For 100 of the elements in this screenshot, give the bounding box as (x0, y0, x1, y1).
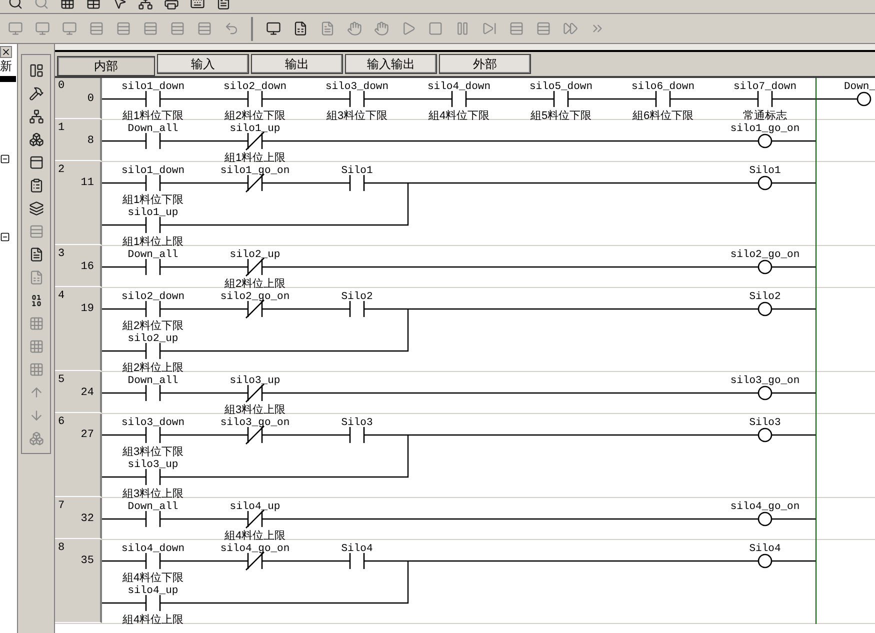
coil-symbol (758, 386, 772, 400)
normally-open-contact (247, 91, 263, 107)
tab[interactable]: 输出 (251, 54, 343, 74)
normally-open-contact (145, 595, 161, 611)
coil-label: Silo1 (749, 165, 781, 177)
normally-open-contact (145, 469, 161, 485)
normally-open-contact (349, 427, 365, 443)
contact-label: silo4_down (428, 81, 490, 93)
step-number: 16 (80, 260, 94, 275)
tab[interactable]: 内部 (57, 56, 155, 76)
coil-symbol (856, 92, 872, 106)
coil-symbol (758, 176, 772, 190)
normally-open-contact (145, 217, 161, 233)
contact-label: silo1_down (122, 165, 184, 177)
contact-comment: 組1料位下限 (122, 194, 184, 206)
contact-label: Silo1 (341, 165, 373, 177)
normally-closed-contact (246, 510, 264, 528)
contact-comment: 組2料位下限 (122, 320, 184, 332)
normally-open-contact (349, 175, 365, 191)
normally-open-contact (757, 91, 773, 107)
step-number: 24 (80, 386, 94, 401)
rung-number: 7 (58, 499, 65, 514)
rung-number: 5 (58, 373, 65, 388)
coil-label: Silo3 (749, 417, 781, 429)
rung-number: 2 (58, 163, 65, 178)
step-number: 19 (80, 302, 94, 317)
rung-number: 8 (58, 541, 65, 556)
step-number: 27 (80, 428, 94, 443)
tree-label: 新 (0, 58, 12, 74)
rung-number: 3 (58, 247, 65, 262)
contact-label: silo5_down (530, 81, 592, 93)
normally-open-contact (145, 343, 161, 359)
contact-label: Down_all (128, 501, 178, 513)
contact-label: Silo3 (341, 417, 373, 429)
normally-open-contact (451, 91, 467, 107)
contact-label: silo3_down (326, 81, 388, 93)
contact-label: Silo4 (341, 543, 373, 555)
normally-open-contact (145, 175, 161, 191)
contact-label: silo1_down (122, 81, 184, 93)
rung-number: 0 (58, 79, 65, 94)
contact-label: Down_all (128, 375, 178, 387)
contact-label: silo4_up (128, 585, 178, 597)
contact-label: silo7_down (734, 81, 796, 93)
coil-label: Silo2 (749, 291, 781, 303)
normally-open-contact (145, 91, 161, 107)
normally-open-contact (145, 133, 161, 149)
step-number: 35 (80, 554, 94, 569)
contact-label: silo6_down (632, 81, 694, 93)
close-icon[interactable] (0, 46, 12, 58)
collapse-icon[interactable] (0, 232, 10, 242)
normally-closed-contact (246, 258, 264, 276)
normally-open-contact (145, 427, 161, 443)
contact-label: silo4_down (122, 543, 184, 555)
contact-label: silo3_down (122, 417, 184, 429)
contact-label: silo3_go_on (220, 417, 290, 429)
rung-number: 4 (58, 289, 65, 304)
rung-number: 6 (58, 415, 65, 430)
step-number: 11 (80, 176, 94, 191)
coil-label: Silo4 (749, 543, 781, 555)
coil-symbol (758, 260, 772, 274)
tab[interactable]: 输入输出 (345, 54, 437, 74)
contact-label: Silo2 (341, 291, 373, 303)
step-number: 0 (87, 92, 94, 107)
normally-open-contact (553, 91, 569, 107)
normally-closed-contact (246, 384, 264, 402)
collapse-icon[interactable] (0, 154, 10, 164)
contact-label: silo4_go_on (220, 543, 290, 555)
normally-closed-contact (246, 552, 264, 570)
tab[interactable]: 输入 (157, 54, 249, 74)
coil-symbol (758, 134, 772, 148)
contact-label: silo1_up (230, 123, 280, 135)
step-number: 32 (80, 512, 94, 527)
normally-open-contact (349, 301, 365, 317)
normally-closed-contact (246, 426, 264, 444)
normally-closed-contact (246, 300, 264, 318)
coil-symbol (758, 512, 772, 526)
normally-open-contact (349, 91, 365, 107)
normally-closed-contact (246, 132, 264, 150)
contact-label: silo4_up (230, 501, 280, 513)
normally-open-contact (145, 385, 161, 401)
tab[interactable]: 外部 (439, 54, 531, 74)
contact-label: Down_all (128, 123, 178, 135)
contact-label: Down_all (128, 249, 178, 261)
contact-comment: 組4料位下限 (122, 572, 184, 584)
contact-label: silo2_up (230, 249, 280, 261)
coil-label: silo1_go_on (730, 123, 800, 135)
normally-open-contact (349, 553, 365, 569)
contact-label: silo2_down (224, 81, 286, 93)
rung-number: 1 (58, 121, 65, 136)
normally-open-contact (145, 301, 161, 317)
contact-label: silo1_up (128, 207, 178, 219)
coil-label: silo2_go_on (730, 249, 800, 261)
contact-label: silo2_go_on (220, 291, 290, 303)
contact-label: silo2_down (122, 291, 184, 303)
contact-label: silo1_go_on (220, 165, 290, 177)
normally-open-contact (655, 91, 671, 107)
normally-closed-contact (246, 174, 264, 192)
coil-label: silo4_go_on (730, 501, 800, 513)
coil-symbol (758, 302, 772, 316)
contact-label: silo3_up (128, 459, 178, 471)
